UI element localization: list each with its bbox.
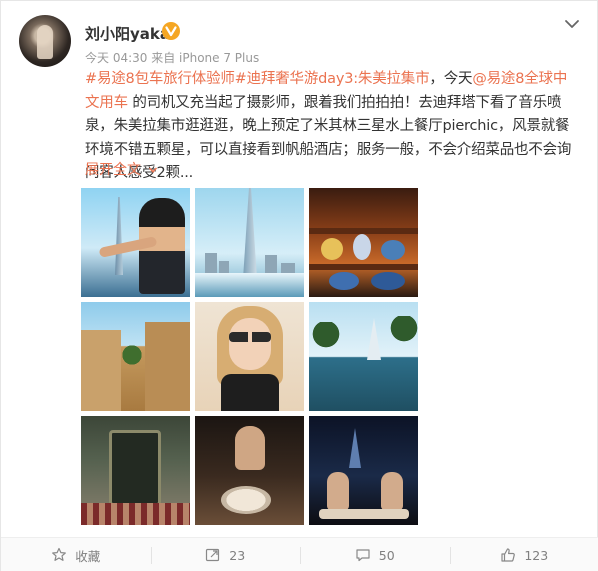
- post-text-segment: ，今天: [429, 71, 473, 87]
- comment-icon: [356, 549, 370, 562]
- vip-badge-icon: [162, 22, 180, 40]
- photo-burj-al-arab-canal[interactable]: [309, 302, 418, 411]
- photo-ornate-interior[interactable]: [81, 416, 190, 525]
- like-button[interactable]: 123: [449, 538, 598, 571]
- chevron-down-icon[interactable]: [563, 15, 581, 33]
- expand-full-text-link[interactable]: 展开全文: [85, 159, 158, 179]
- avatar[interactable]: [19, 15, 71, 67]
- repost-icon: [206, 548, 220, 562]
- repost-count: 23: [229, 547, 246, 563]
- chevron-down-icon: [149, 167, 158, 173]
- favorite-button[interactable]: 收藏: [1, 538, 151, 571]
- photo-souk-shop[interactable]: [309, 188, 418, 297]
- photo-dinner[interactable]: [195, 416, 304, 525]
- comment-button[interactable]: 50: [300, 538, 450, 571]
- thumbs-up-icon: [501, 548, 516, 562]
- photo-burj-khalifa-fountain[interactable]: [195, 188, 304, 297]
- photo-burj-khalifa-girl[interactable]: [81, 188, 190, 297]
- star-icon: [52, 547, 67, 561]
- photo-arabic-architecture[interactable]: [81, 302, 190, 411]
- photo-night-dinner[interactable]: [309, 416, 418, 525]
- topic-link[interactable]: #易途8包车旅行体验师#迪拜奢华游day3:朱美拉集市: [85, 71, 430, 87]
- photo-grid: [81, 188, 418, 525]
- weibo-post-card: 刘小阳yaka 今天 04:30 来自 iPhone 7 Plus #易途8包车…: [0, 0, 598, 571]
- favorite-label: 收藏: [75, 548, 101, 564]
- username[interactable]: 刘小阳yaka: [85, 23, 170, 44]
- post-meta: 今天 04:30 来自 iPhone 7 Plus: [85, 51, 260, 65]
- action-bar: 收藏 23 50 123: [1, 537, 598, 571]
- comment-count: 50: [378, 547, 395, 563]
- like-count: 123: [524, 547, 549, 563]
- photo-selfie[interactable]: [195, 302, 304, 411]
- post-text: #易途8包车旅行体验师#迪拜奢华游day3:朱美拉集市，今天@易途8全球中文用车…: [85, 68, 577, 186]
- expand-label: 展开全文: [85, 162, 141, 178]
- repost-button[interactable]: 23: [150, 538, 301, 571]
